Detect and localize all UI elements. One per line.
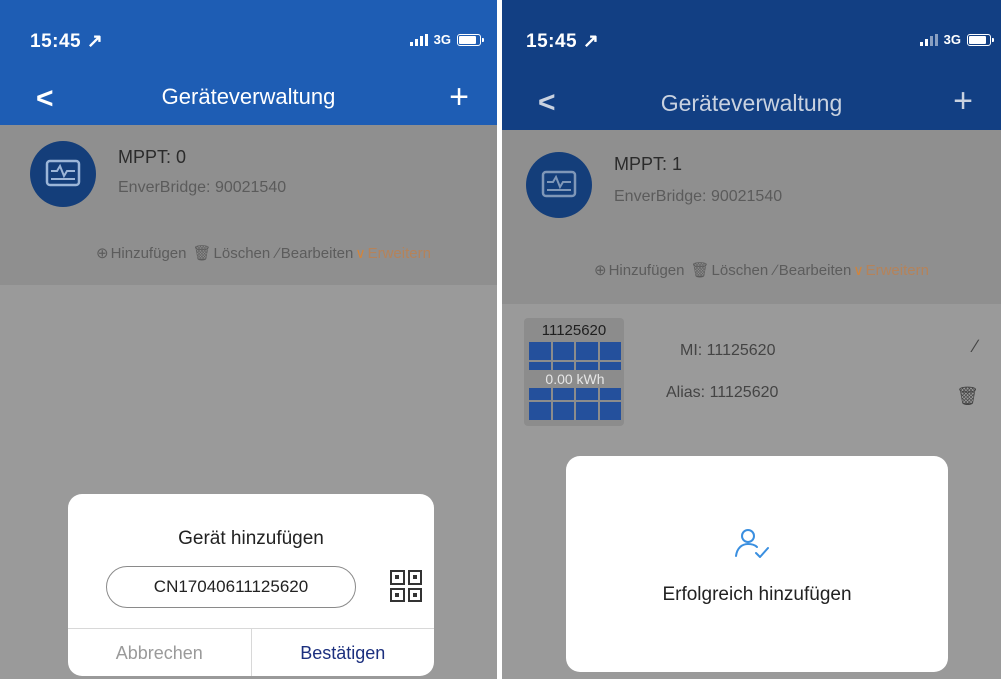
add-device-dialog: Gerät hinzufügen Abbrechen Bestätigen bbox=[68, 494, 434, 676]
energy-value: 0.00 kWh bbox=[529, 370, 621, 388]
microinverter-serial: 11125620 bbox=[541, 322, 607, 339]
success-toast: Erfolgreich hinzufügen bbox=[566, 456, 948, 672]
status-time: 15:45 bbox=[30, 31, 82, 52]
plus-circle-icon: ⊕ bbox=[96, 245, 109, 262]
monitor-pulse-icon bbox=[526, 152, 592, 218]
left-screen: 15:45 ↗ 3G < Geräteverwaltung + MPPT: 0 … bbox=[0, 0, 497, 679]
cancel-button[interactable]: Abbrechen bbox=[68, 629, 252, 676]
trash-icon: 🗑 bbox=[192, 245, 212, 262]
confirm-button[interactable]: Bestätigen bbox=[252, 629, 435, 676]
microinverter-thumbnail[interactable]: 11125620 0.00 kWh bbox=[524, 318, 624, 426]
device-gateway: EnverBridge: 90021540 bbox=[118, 179, 287, 196]
device-name: MPPT: 1 bbox=[614, 154, 683, 174]
solar-panel-icon: 0.00 kWh bbox=[529, 342, 621, 420]
plus-circle-icon: ⊕ bbox=[594, 262, 607, 279]
device-card: MPPT: 1 EnverBridge: 90021540 ⊕ Hinzufüg… bbox=[502, 130, 1001, 304]
device-name: MPPT: 0 bbox=[118, 147, 187, 167]
pencil-icon[interactable]: ∕ bbox=[974, 336, 977, 357]
trash-icon: 🗑 bbox=[690, 262, 710, 279]
serial-input[interactable] bbox=[106, 566, 356, 608]
alias-label: Alias: 11125620 bbox=[666, 384, 779, 401]
right-screen: 15:45 ↗ 3G < Geräteverwaltung + MPPT: 1 … bbox=[502, 0, 1001, 679]
mi-label: MI: 11125620 bbox=[680, 342, 776, 359]
device-card: MPPT: 0 EnverBridge: 90021540 ⊕ Hinzufüg… bbox=[0, 125, 497, 285]
add-action[interactable]: Hinzufügen bbox=[111, 245, 187, 262]
monitor-pulse-icon bbox=[30, 141, 96, 207]
add-device-button[interactable]: + bbox=[449, 80, 469, 114]
location-arrow-icon: ↗ bbox=[582, 31, 600, 52]
pencil-icon: ∕ bbox=[276, 244, 279, 262]
add-device-button[interactable]: + bbox=[953, 84, 973, 118]
chevron-down-icon: ∨ bbox=[853, 261, 864, 278]
nav-bar: < Geräteverwaltung + bbox=[502, 78, 1001, 130]
status-bar: 15:45 ↗ 3G bbox=[502, 0, 1001, 78]
success-message: Erfolgreich hinzufügen bbox=[662, 584, 852, 605]
network-type: 3G bbox=[943, 32, 961, 47]
dialog-buttons: Abbrechen Bestätigen bbox=[68, 628, 434, 676]
device-actions: ⊕ Hinzufügen 🗑 Löschen ∕ Bearbeiten ∨ Er… bbox=[594, 261, 929, 280]
trash-icon[interactable]: 🗑 bbox=[956, 386, 979, 407]
signal-bars-icon bbox=[409, 33, 428, 46]
delete-action[interactable]: Löschen bbox=[712, 262, 769, 279]
expand-action[interactable]: Erweitern bbox=[368, 245, 431, 262]
nav-bar: < Geräteverwaltung + bbox=[0, 78, 497, 125]
expand-action[interactable]: Erweitern bbox=[866, 262, 929, 279]
user-check-icon bbox=[735, 529, 769, 558]
add-action[interactable]: Hinzufügen bbox=[609, 262, 685, 279]
location-arrow-icon: ↗ bbox=[86, 31, 104, 52]
dialog-title: Gerät hinzufügen bbox=[178, 528, 324, 549]
pencil-icon: ∕ bbox=[774, 261, 777, 279]
battery-icon bbox=[967, 33, 994, 46]
qr-scan-icon[interactable] bbox=[390, 570, 422, 602]
network-type: 3G bbox=[433, 32, 451, 47]
page-title: Geräteverwaltung bbox=[660, 90, 843, 116]
delete-action[interactable]: Löschen bbox=[214, 245, 271, 262]
device-gateway: EnverBridge: 90021540 bbox=[614, 188, 783, 205]
signal-bars-icon bbox=[919, 33, 938, 46]
device-actions: ⊕ Hinzufügen 🗑 Löschen ∕ Bearbeiten ∨ Er… bbox=[96, 244, 431, 263]
edit-action[interactable]: Bearbeiten bbox=[779, 262, 852, 279]
edit-action[interactable]: Bearbeiten bbox=[281, 245, 354, 262]
status-time: 15:45 bbox=[526, 31, 578, 52]
chevron-down-icon: ∨ bbox=[355, 244, 366, 261]
status-bar: 15:45 ↗ 3G bbox=[0, 0, 497, 78]
battery-icon bbox=[457, 33, 484, 46]
page-title: Geräteverwaltung bbox=[161, 84, 336, 109]
